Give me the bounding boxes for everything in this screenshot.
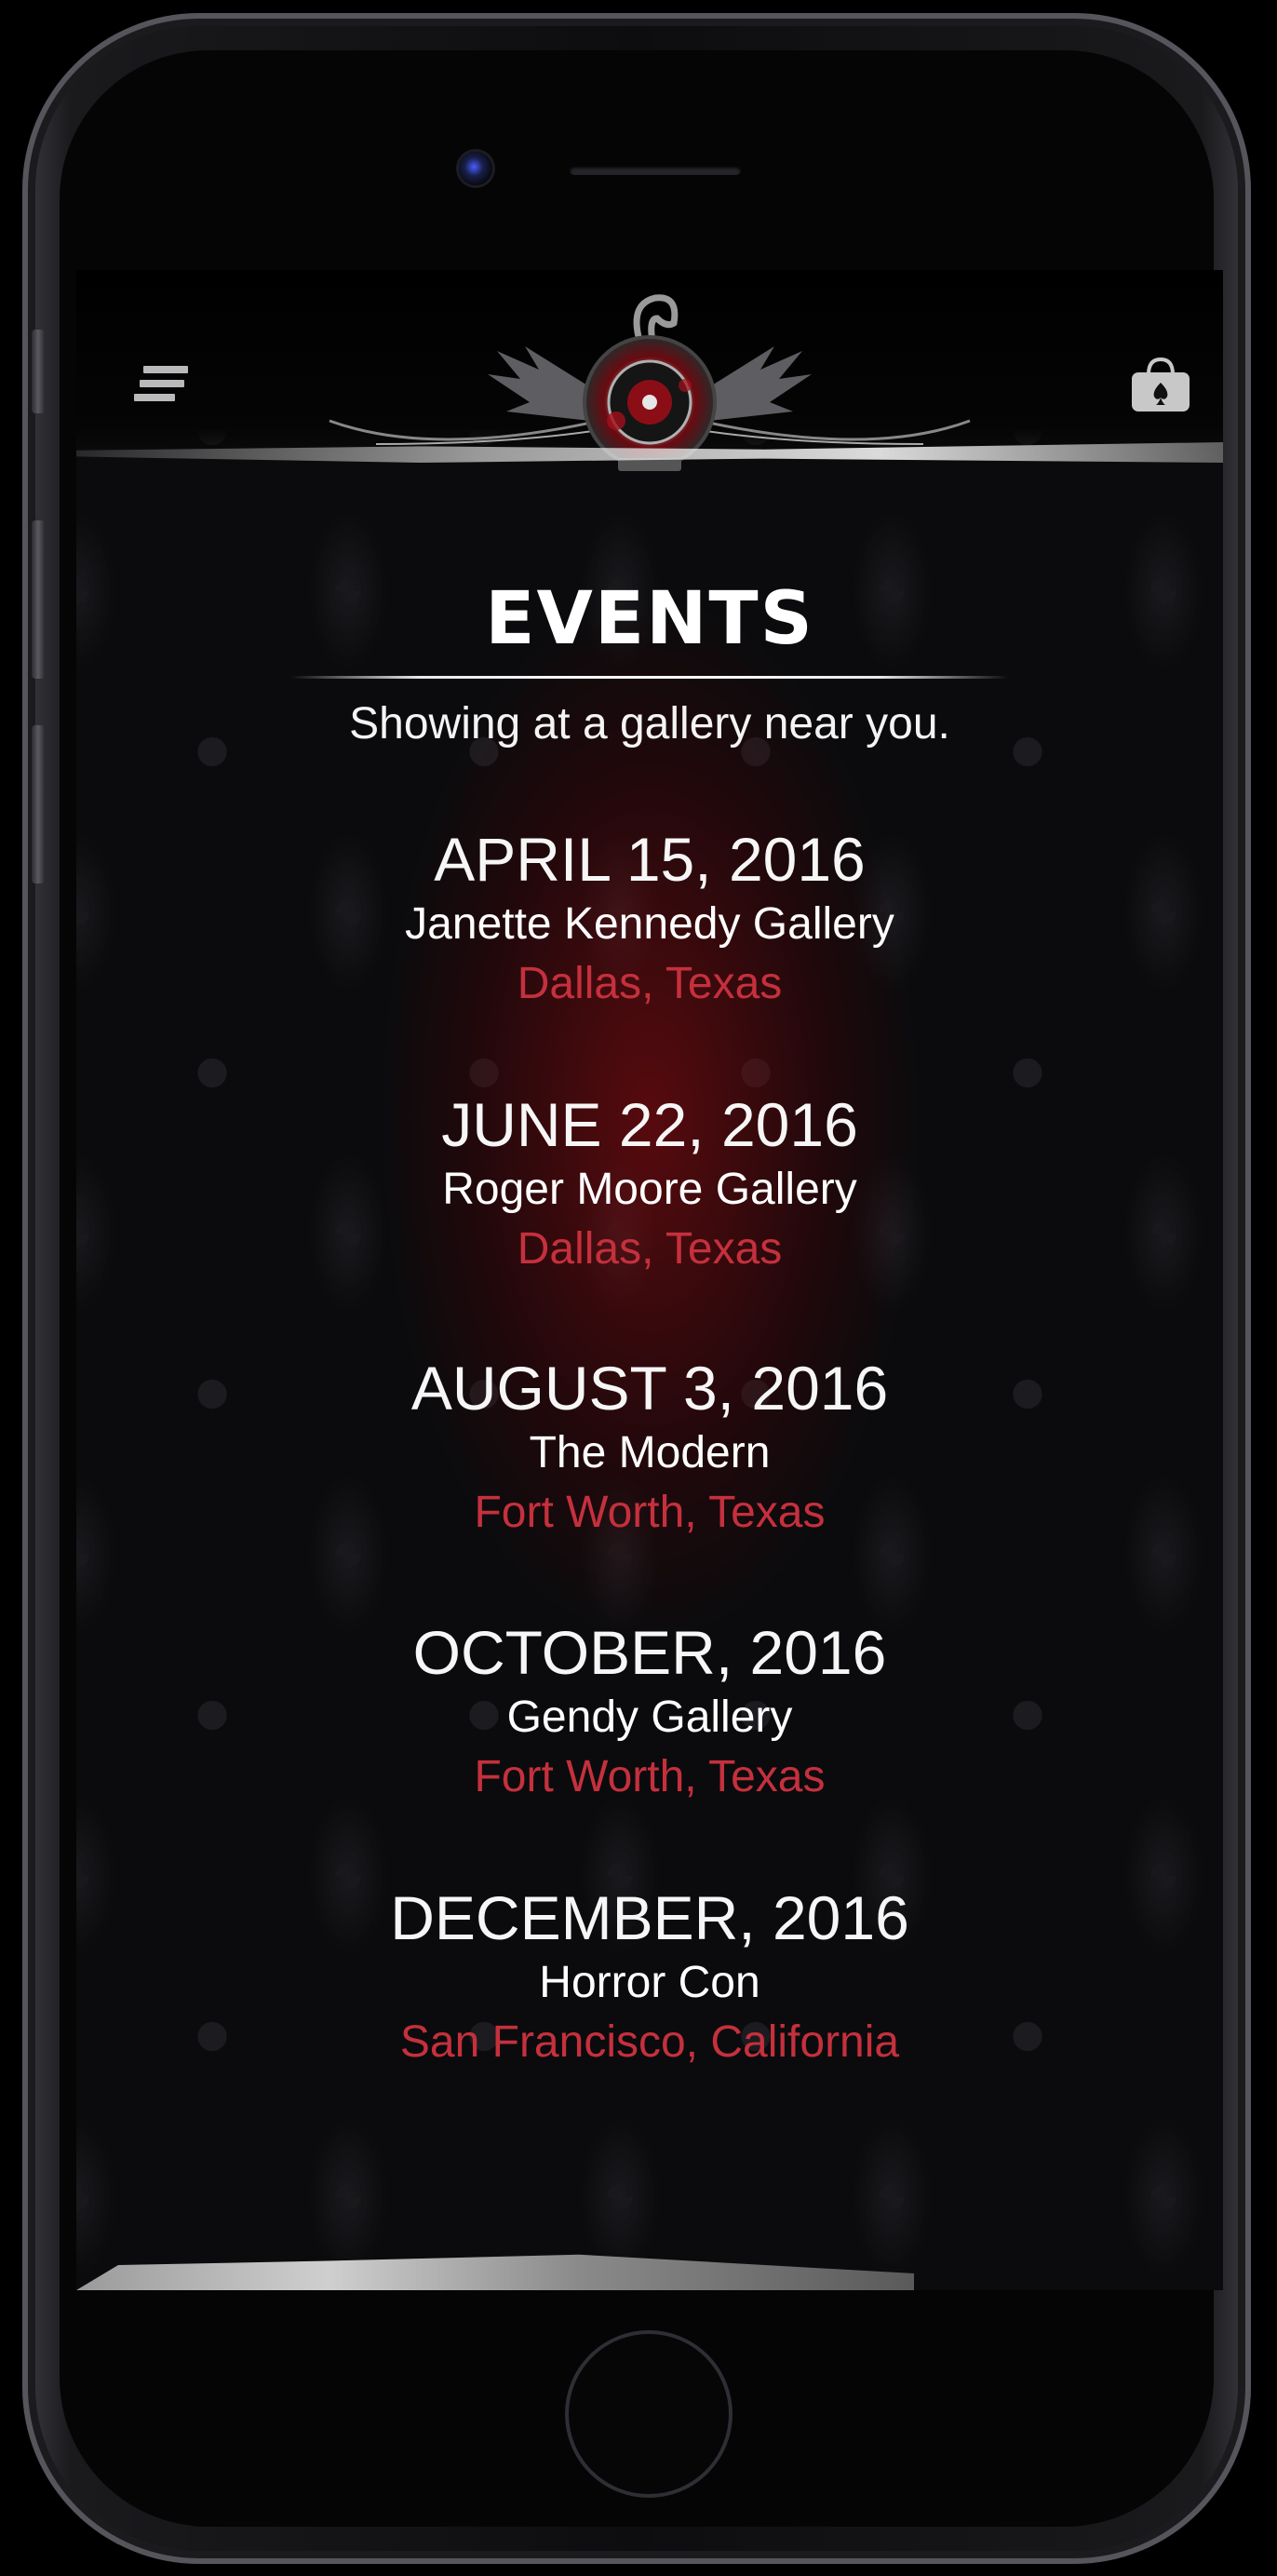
- event-location: Dallas, Texas: [517, 1224, 783, 1274]
- event-venue: Janette Kennedy Gallery: [405, 899, 894, 949]
- volume-up-button: [32, 520, 45, 679]
- event-date: DECEMBER, 2016: [390, 1883, 909, 1952]
- event-item[interactable]: JUNE 22, 2016 Roger Moore Gallery Dallas…: [76, 1094, 1223, 1280]
- front-camera: [459, 152, 492, 185]
- app-header: [76, 270, 1223, 471]
- event-venue: The Modern: [529, 1428, 771, 1477]
- event-venue: Gendy Gallery: [506, 1693, 793, 1742]
- event-venue: Roger Moore Gallery: [442, 1165, 857, 1214]
- event-date: APRIL 15, 2016: [434, 825, 866, 894]
- page-subtitle: Showing at a gallery near you.: [349, 699, 950, 749]
- event-venue: Horror Con: [539, 1958, 760, 2007]
- event-date: OCTOBER, 2016: [412, 1618, 887, 1687]
- mute-switch: [32, 330, 45, 413]
- title-divider: [290, 676, 1009, 679]
- shopping-bag-icon[interactable]: [1130, 356, 1191, 413]
- event-date: AUGUST 3, 2016: [410, 1354, 889, 1423]
- earpiece-speaker: [570, 166, 741, 175]
- event-location: Dallas, Texas: [517, 959, 783, 1008]
- home-button[interactable]: [565, 2330, 733, 2498]
- event-item[interactable]: APRIL 15, 2016 Janette Kennedy Gallery D…: [76, 829, 1223, 1015]
- event-item[interactable]: DECEMBER, 2016 Horror Con San Francisco,…: [76, 1887, 1223, 2073]
- event-location: Fort Worth, Texas: [474, 1752, 826, 1801]
- event-item[interactable]: OCTOBER, 2016 Gendy Gallery Fort Worth, …: [76, 1622, 1223, 1808]
- event-location: San Francisco, California: [399, 2017, 900, 2067]
- event-date: JUNE 22, 2016: [441, 1090, 858, 1159]
- event-location: Fort Worth, Texas: [474, 1488, 826, 1537]
- volume-down-button: [32, 725, 45, 883]
- footer-torn-edge: [76, 2254, 914, 2290]
- hamburger-menu-icon[interactable]: [134, 366, 190, 403]
- page-title: EVENTS: [485, 577, 814, 661]
- event-item[interactable]: AUGUST 3, 2016 The Modern Fort Worth, Te…: [76, 1357, 1223, 1544]
- app-screen: EVENTS Showing at a gallery near you. AP…: [76, 270, 1223, 2290]
